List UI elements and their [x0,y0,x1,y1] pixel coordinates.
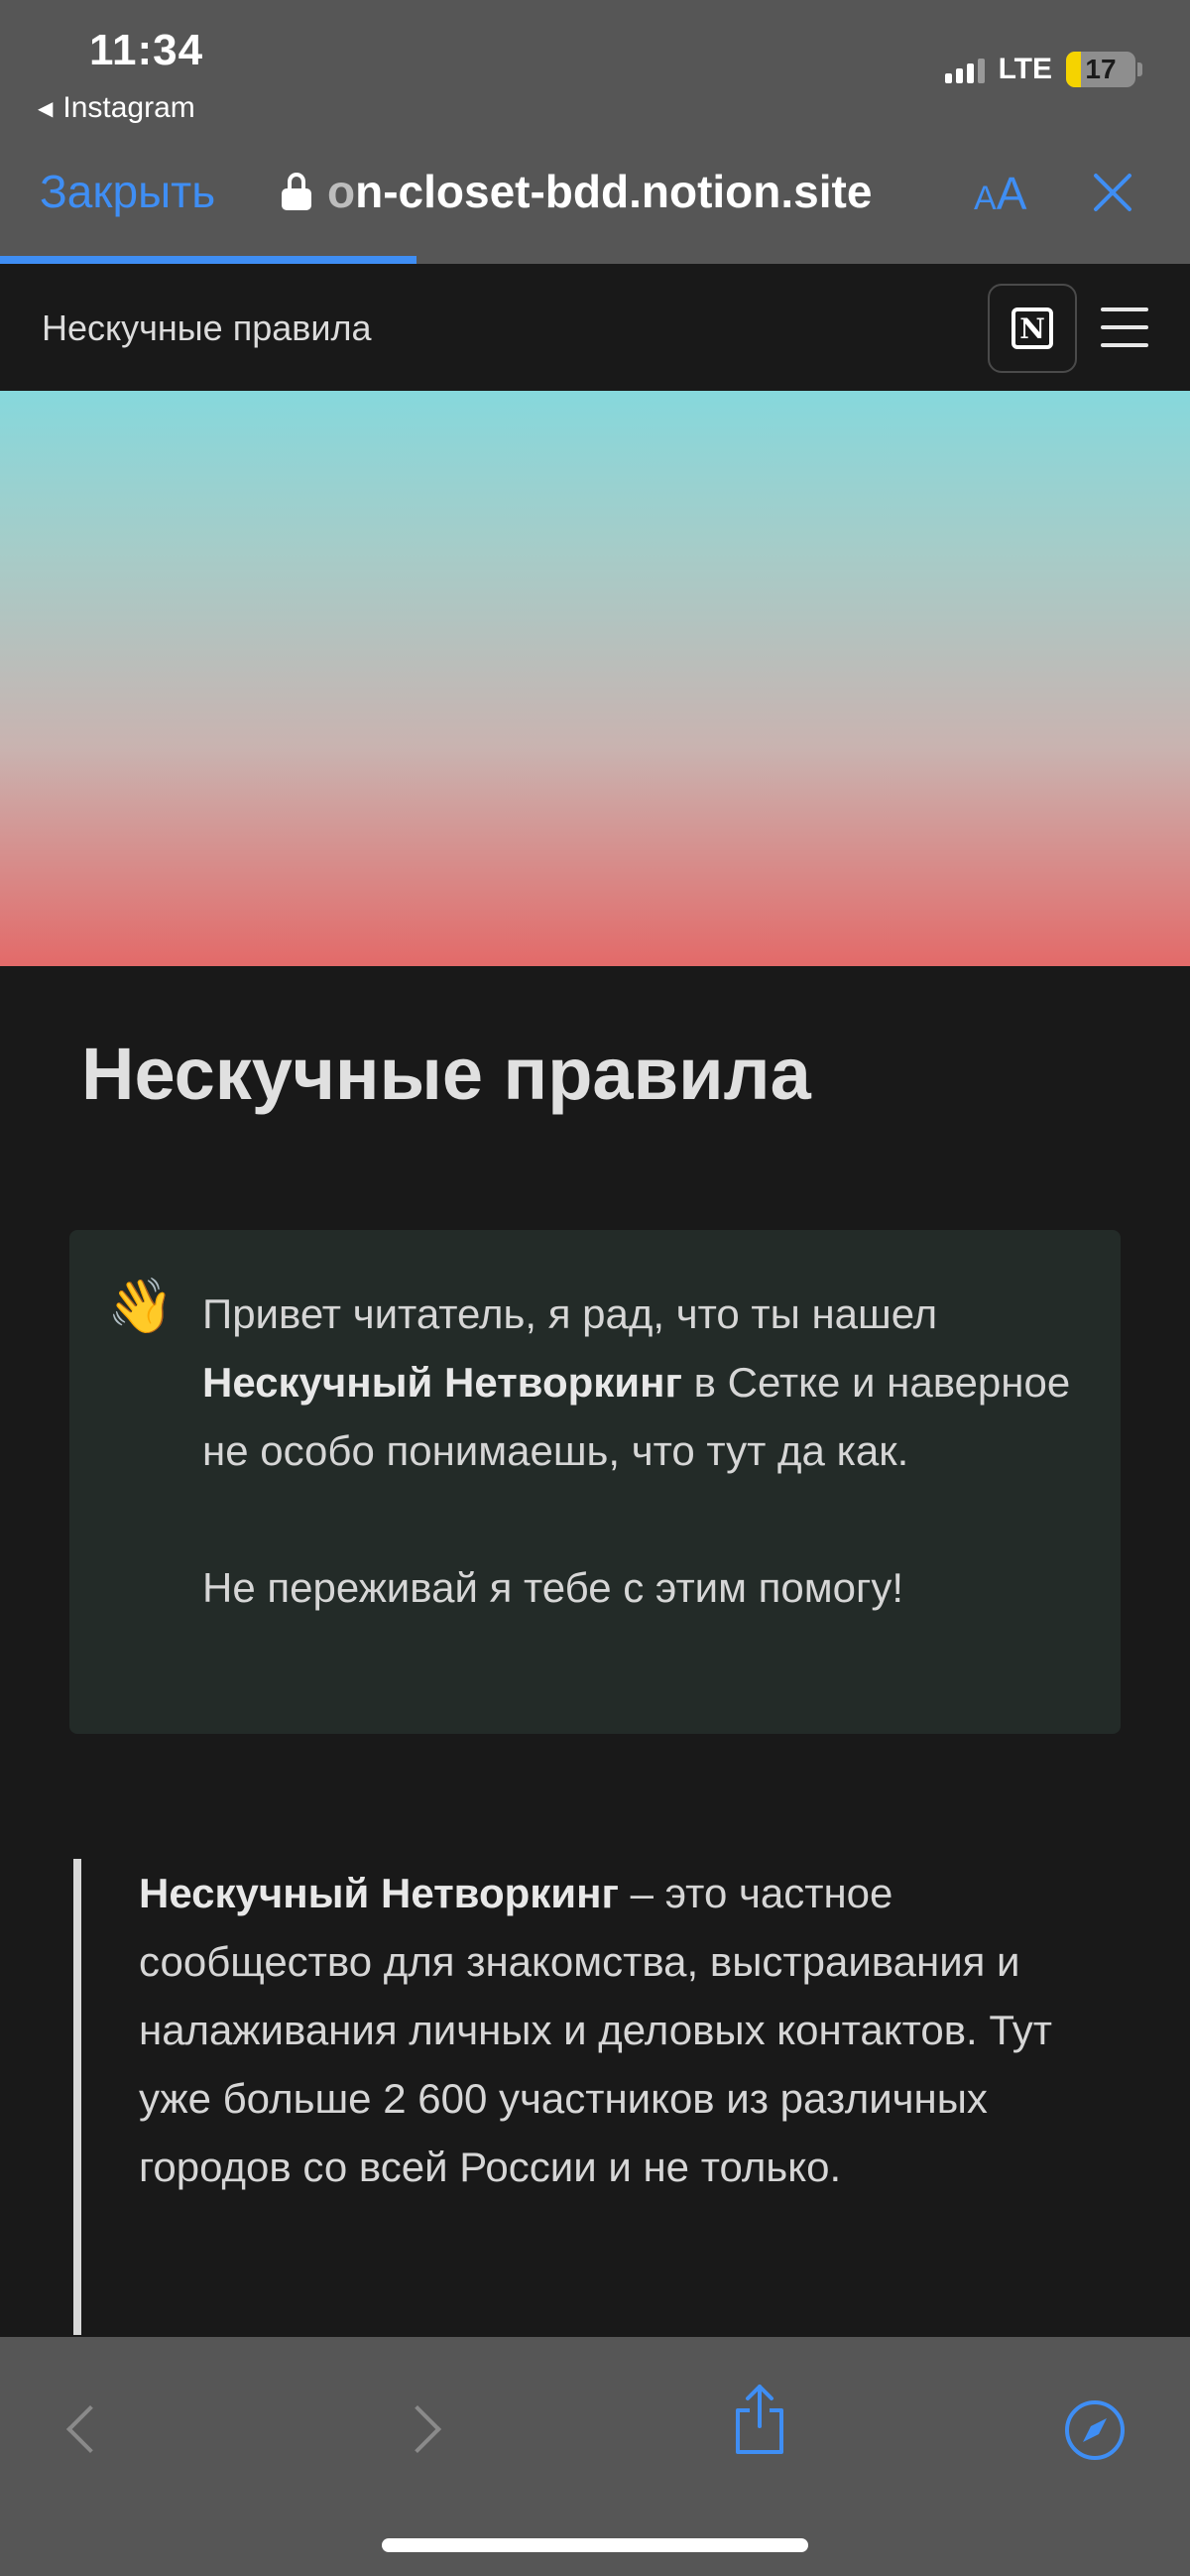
status-indicators: LTE 17 [944,52,1142,87]
back-triangle-icon: ◀ [38,97,54,120]
callout-second-paragraph: Не переживай я тебе с этим помогу! [202,1564,904,1611]
forward-chevron-icon[interactable] [405,2408,444,2448]
back-app-label: Instagram [62,91,195,124]
lock-icon [282,173,311,210]
close-button[interactable]: Закрыть [40,165,215,218]
notion-header: Нескучные правила N [0,264,1190,391]
hamburger-menu-icon[interactable] [1101,307,1148,347]
signal-icon [944,56,985,83]
battery-level: 17 [1085,54,1117,84]
battery-icon: 17 [1066,52,1135,87]
back-to-app-link[interactable]: ◀ Instagram [38,91,195,125]
compass-icon[interactable] [1063,2398,1127,2462]
notion-logo-icon: N [1012,307,1053,349]
quote-block: Нескучный Нетворкинг – это частное сообщ… [73,1859,1125,2335]
quote-text: Нескучный Нетворкинг – это частное сообщ… [139,1870,1052,2190]
bottom-toolbar [0,2337,1190,2576]
close-x-icon[interactable] [1091,171,1134,214]
page-cover [0,391,1190,966]
callout-block: 👋 Привет читатель, я рад, что ты нашел Н… [69,1230,1121,1734]
page-title: Нескучные правила [81,1033,811,1115]
header-page-title: Нескучные правила [42,307,372,348]
battery-cap [1137,62,1142,76]
callout-text: Привет читатель, я рад, что ты нашел Нес… [202,1280,1075,1622]
status-time: 11:34 [89,26,204,74]
home-indicator [382,2538,808,2552]
text-size-button[interactable]: AA [974,167,1026,220]
address-bar[interactable]: on-closet-bdd.notion.site [282,165,872,218]
waving-hand-icon: 👋 [107,1277,175,1336]
notion-logo-button[interactable]: N [988,284,1077,373]
back-chevron-icon[interactable] [60,2408,99,2448]
share-icon[interactable] [732,2381,787,2456]
url-text: on-closet-bdd.notion.site [327,166,873,217]
browser-chrome: 11:34 ◀ Instagram LTE 17 Закрыть on-clos… [0,0,1190,264]
network-type: LTE [998,53,1052,85]
page-load-progress [0,256,416,264]
